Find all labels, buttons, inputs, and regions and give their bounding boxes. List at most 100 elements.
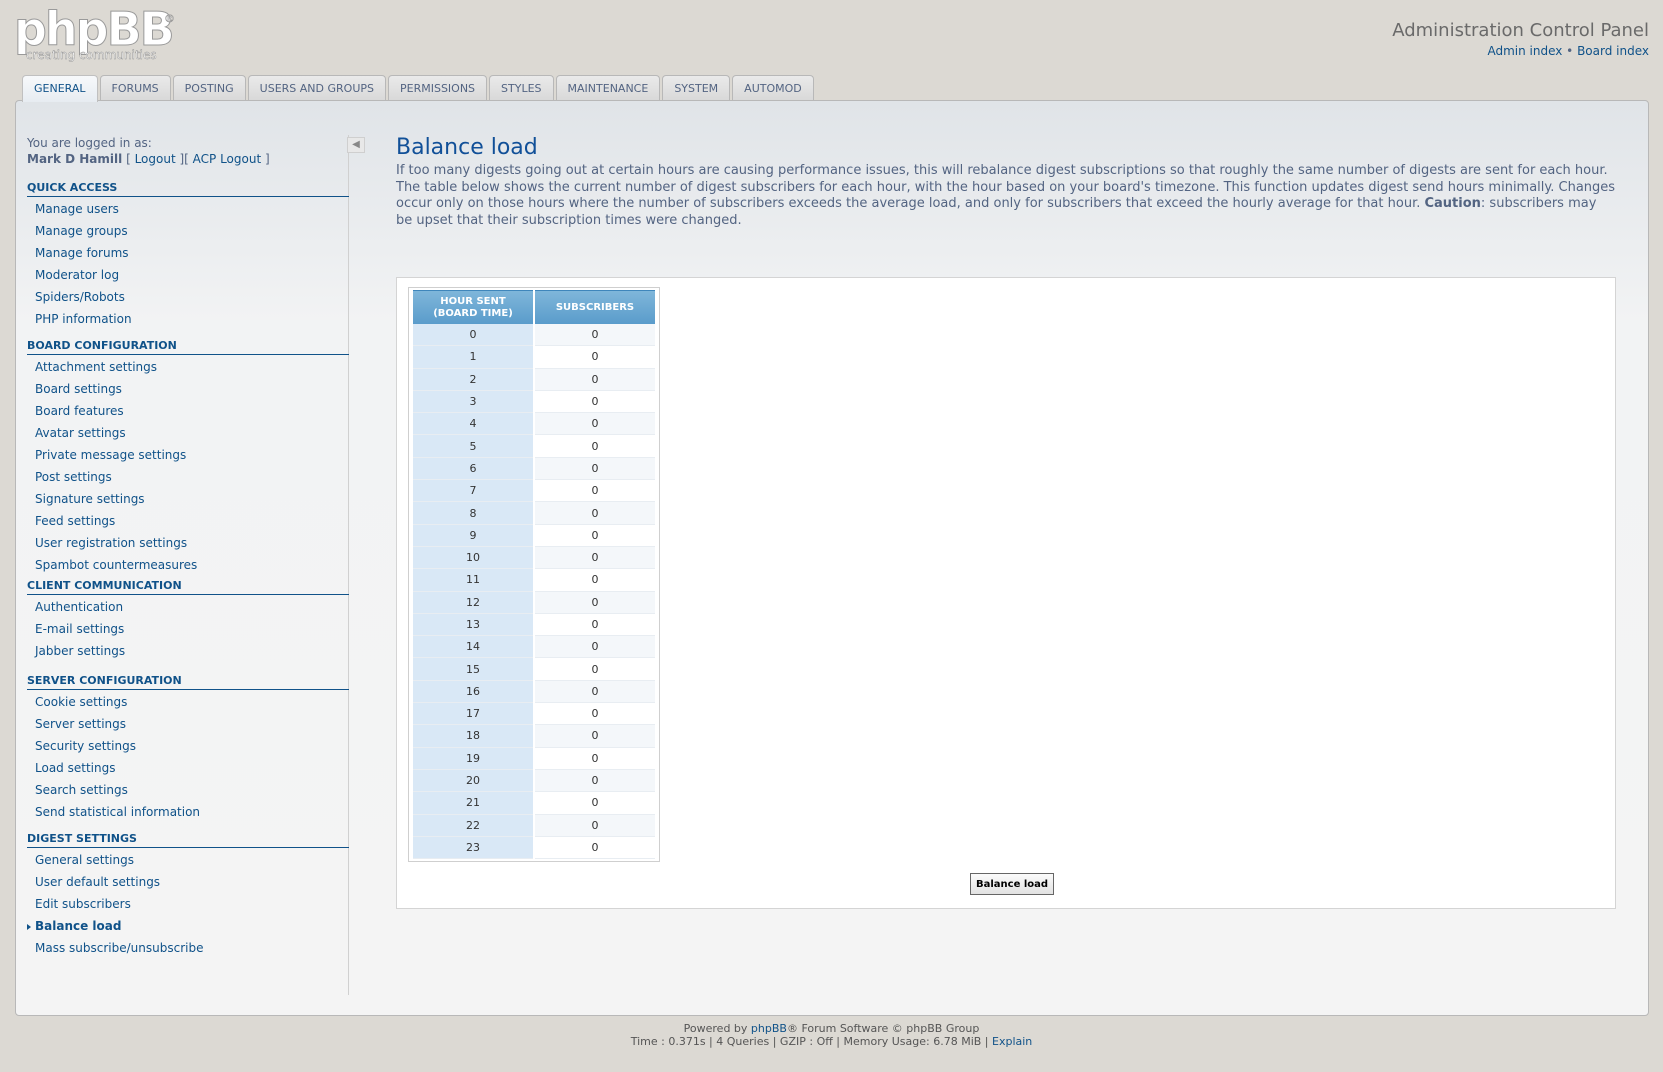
sidebar-item-general-settings[interactable]: General settings xyxy=(27,849,349,871)
logout-link[interactable]: Logout xyxy=(135,152,176,166)
sidebar-item-avatar-settings[interactable]: Avatar settings xyxy=(27,422,349,444)
username: Mark D Hamill xyxy=(27,152,123,166)
header-link-separator: • xyxy=(1566,44,1574,58)
sidebar-item-php-information[interactable]: PHP information xyxy=(27,308,349,330)
subscribers-cell: 0 xyxy=(535,725,655,748)
powered-by: Powered by phpBB® Forum Software © phpBB… xyxy=(0,1022,1663,1035)
sidebar-item-manage-forums[interactable]: Manage forums xyxy=(27,242,349,264)
table-row: 23 0 xyxy=(413,836,655,860)
sidebar-item-board-settings[interactable]: Board settings xyxy=(27,378,349,400)
sidebar-item-manage-users[interactable]: Manage users xyxy=(27,198,349,220)
hour-cell: 0 xyxy=(413,324,533,347)
table-row: 10 0 xyxy=(413,546,655,570)
table-row: 17 0 xyxy=(413,703,655,726)
sidebar-item-private-message-settings[interactable]: Private message settings xyxy=(27,444,349,466)
sidebar-item-balance-load[interactable]: Balance load xyxy=(27,915,349,937)
balance-load-form: Hour sent (board time) Subscribers 00102… xyxy=(396,277,1616,909)
sidebar-item-jabber-settings[interactable]: Jabber settings xyxy=(27,640,349,662)
sidebar-item-authentication[interactable]: Authentication xyxy=(27,596,349,618)
subscribers-cell: 0 xyxy=(535,346,655,369)
table-row: 14 0 xyxy=(413,636,655,659)
subscribers-cell: 0 xyxy=(535,747,655,770)
hour-cell: 12 xyxy=(413,591,533,614)
phpbb-link[interactable]: phpBB xyxy=(751,1022,787,1035)
sidebar-item-edit-subscribers[interactable]: Edit subscribers xyxy=(27,893,349,915)
sidebar-item-post-settings[interactable]: Post settings xyxy=(27,466,349,488)
phpbb-logo[interactable]: phpBB creating communities ® xyxy=(14,2,176,66)
hour-cell: 4 xyxy=(413,413,533,436)
sidebar-item-signature-settings[interactable]: Signature settings xyxy=(27,488,349,510)
hour-cell: 16 xyxy=(413,680,533,704)
sidebar-item-spambot-countermeasures[interactable]: Spambot countermeasures xyxy=(27,554,349,576)
page-description: If too many digests going out at certain… xyxy=(396,163,1616,229)
table-row: 00 xyxy=(413,324,655,347)
sidebar-item-cookie-settings[interactable]: Cookie settings xyxy=(27,691,349,713)
sidebar-item-search-settings[interactable]: Search settings xyxy=(27,779,349,801)
sidebar-item-user-registration-settings[interactable]: User registration settings xyxy=(27,532,349,554)
hour-cell: 23 xyxy=(413,836,533,860)
sidebar-item-spiders-robots[interactable]: Spiders/Robots xyxy=(27,286,349,308)
tab-maintenance[interactable]: Maintenance xyxy=(555,75,661,101)
hour-cell: 1 xyxy=(413,346,533,369)
hour-cell: 17 xyxy=(413,703,533,726)
sidebar-item-load-settings[interactable]: Load settings xyxy=(27,757,349,779)
menu-heading: Client Communication xyxy=(27,579,349,595)
subscribers-cell: 0 xyxy=(535,769,655,793)
tab-system[interactable]: System xyxy=(662,75,731,101)
table-row: 21 0 xyxy=(413,792,655,815)
table-row: 18 0 xyxy=(413,725,655,748)
sidebar-item-attachment-settings[interactable]: Attachment settings xyxy=(27,356,349,378)
balance-load-button[interactable]: Balance load xyxy=(970,873,1055,895)
tab-forums[interactable]: Forums xyxy=(99,75,171,101)
acp-logout-link[interactable]: ACP Logout xyxy=(193,152,262,166)
tab-users-and-groups[interactable]: Users and Groups xyxy=(247,75,386,101)
acp-title: Administration Control Panel xyxy=(1392,20,1649,41)
subscribers-cell: 0 xyxy=(535,480,655,503)
board-index-link[interactable]: Board index xyxy=(1577,44,1649,58)
sidebar-item-server-settings[interactable]: Server settings xyxy=(27,713,349,735)
table-row: 50 xyxy=(413,435,655,458)
hour-cell: 10 xyxy=(413,546,533,570)
tab-posting[interactable]: Posting xyxy=(172,75,246,101)
tab-styles[interactable]: Styles xyxy=(489,75,554,101)
collapse-sidebar-icon[interactable]: ◀ xyxy=(347,137,365,153)
hour-cell: 5 xyxy=(413,435,533,458)
hour-cell: 6 xyxy=(413,457,533,481)
subscribers-by-hour-table: Hour sent (board time) Subscribers 00102… xyxy=(411,290,657,860)
subscribers-cell: 0 xyxy=(535,502,655,525)
admin-index-link[interactable]: Admin index xyxy=(1487,44,1562,58)
subscribers-cell: 0 xyxy=(535,792,655,815)
subscribers-cell: 0 xyxy=(535,680,655,704)
sidebar-item-send-statistical-information[interactable]: Send statistical information xyxy=(27,801,349,823)
menu-heading: Server Configuration xyxy=(27,674,349,690)
sidebar-item-feed-settings[interactable]: Feed settings xyxy=(27,510,349,532)
bracket-sep: ][ xyxy=(175,152,193,166)
sidebar-item-mass-subscribe-unsubscribe[interactable]: Mass subscribe/unsubscribe xyxy=(27,937,349,959)
subscribers-cell: 0 xyxy=(535,413,655,436)
hour-cell: 18 xyxy=(413,725,533,748)
sidebar-item-moderator-log[interactable]: Moderator log xyxy=(27,264,349,286)
hour-cell: 19 xyxy=(413,747,533,770)
login-info: You are logged in as: Mark D Hamill [ Lo… xyxy=(27,135,270,167)
subscribers-cell: 0 xyxy=(535,636,655,659)
menu-heading: Quick Access xyxy=(27,181,349,197)
tab-permissions[interactable]: Permissions xyxy=(388,75,488,101)
table-row: 15 0 xyxy=(413,658,655,681)
sidebar-item-manage-groups[interactable]: Manage groups xyxy=(27,220,349,242)
hour-cell: 14 xyxy=(413,636,533,659)
table-row: 30 xyxy=(413,390,655,414)
column-header-hour: Hour sent (board time) xyxy=(413,290,533,324)
sidebar-item-security-settings[interactable]: Security settings xyxy=(27,735,349,757)
hour-cell: 20 xyxy=(413,769,533,793)
subscribers-cell: 0 xyxy=(535,814,655,837)
subscribers-cell: 0 xyxy=(535,368,655,391)
tab-automod[interactable]: AutoMOD xyxy=(732,75,814,101)
main-panel: You are logged in as: Mark D Hamill [ Lo… xyxy=(15,100,1649,1016)
sidebar-item-e-mail-settings[interactable]: E-mail settings xyxy=(27,618,349,640)
explain-link[interactable]: Explain xyxy=(992,1035,1032,1048)
sidebar-item-user-default-settings[interactable]: User default settings xyxy=(27,871,349,893)
stats-text: Time : 0.371s | 4 Queries | GZIP : Off |… xyxy=(630,1035,992,1048)
sidebar-item-board-features[interactable]: Board features xyxy=(27,400,349,422)
tab-general[interactable]: General xyxy=(22,75,98,102)
powered-suffix: ® Forum Software © phpBB Group xyxy=(786,1022,980,1035)
